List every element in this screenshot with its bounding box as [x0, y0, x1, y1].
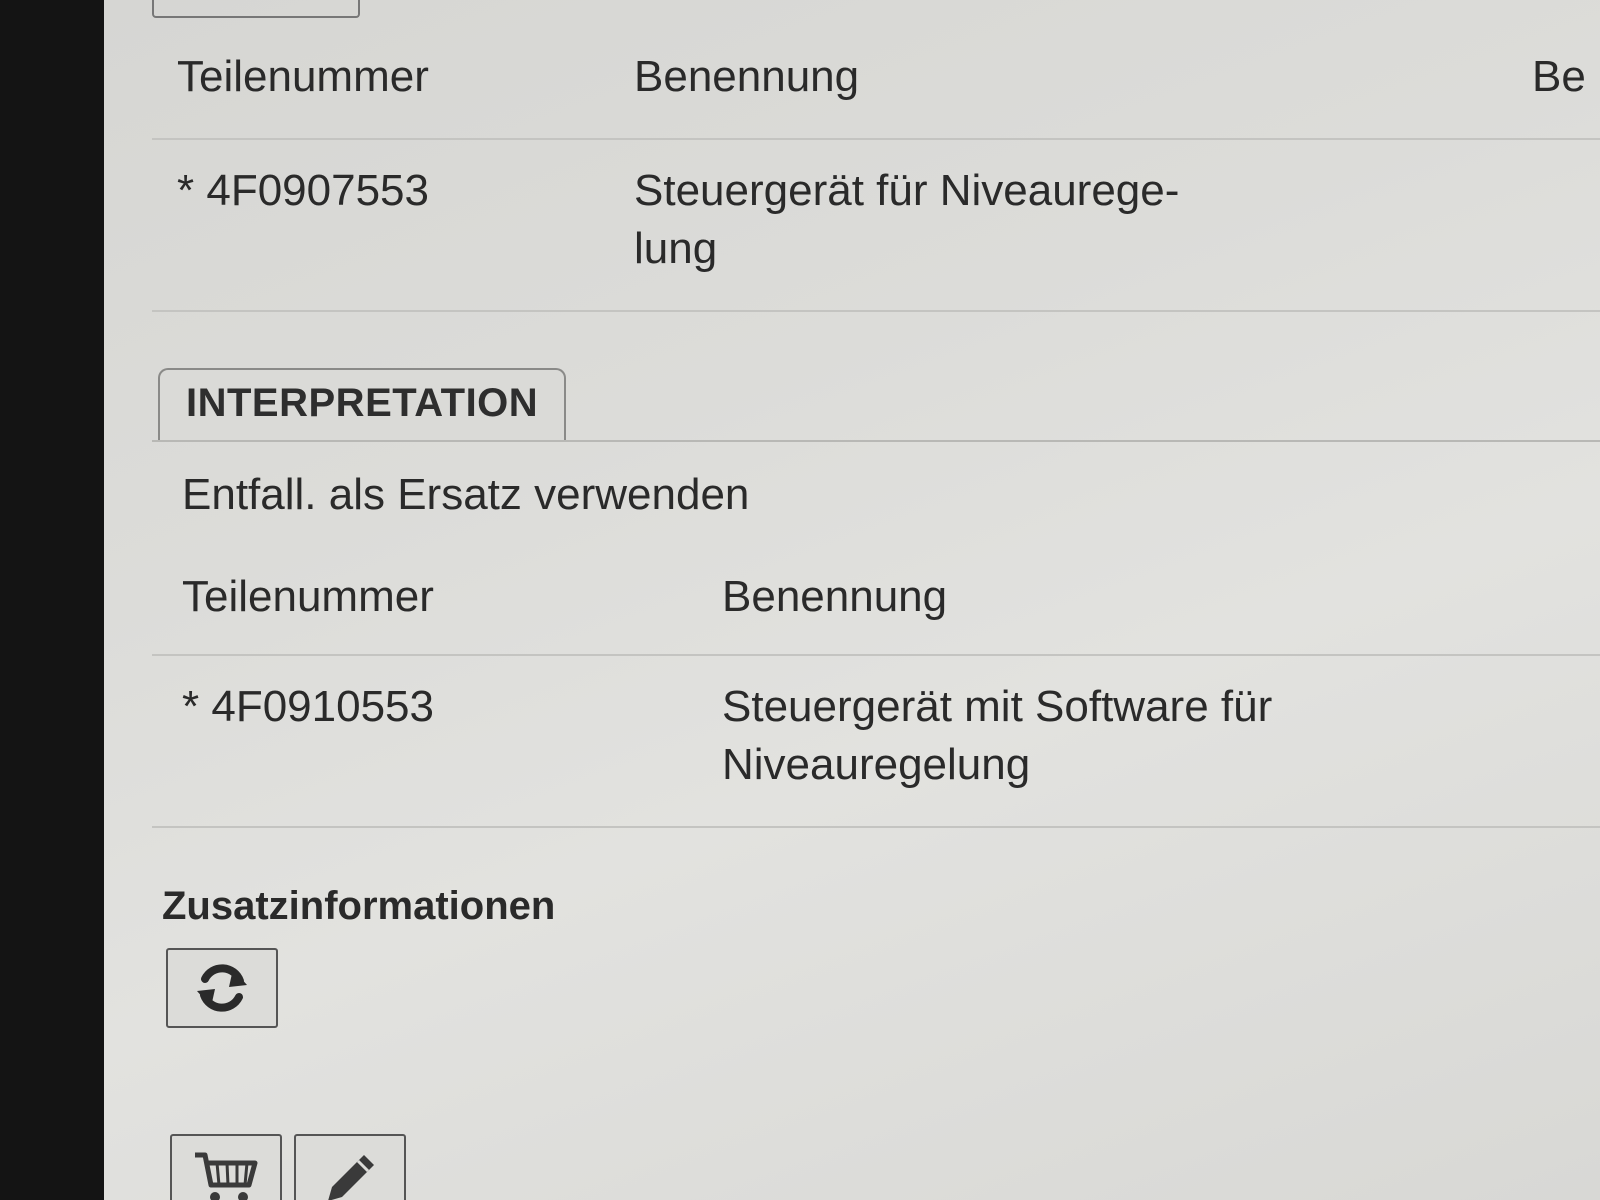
part-name-cell: Steuergerät für Niveaurege- lung	[634, 162, 1294, 278]
part-name-line: Steuergerät mit Software für	[722, 682, 1273, 731]
interpretation-subtitle: Entfall. als Ersatz verwenden	[182, 470, 750, 519]
tab-interpretation[interactable]: INTERPRETATION	[158, 368, 567, 442]
replacement-parts-table: Teilenummer Benennung * 4F0910553 Steuer…	[152, 546, 1600, 828]
column-header-name[interactable]: Benennung	[634, 48, 859, 106]
section-heading-additional-info: Zusatzinformationen	[162, 884, 556, 928]
parts-table: Teilenummer Benennung Be * 4F0907553 Ste…	[152, 30, 1600, 312]
column-header-part-number[interactable]: Teilenummer	[177, 48, 429, 106]
table-header-row: Teilenummer Benennung Be	[152, 30, 1600, 140]
top-tab-edge[interactable]	[152, 0, 360, 18]
column-header-truncated[interactable]: Be	[1532, 48, 1586, 106]
part-name-line: Niveauregelung	[722, 740, 1031, 789]
part-number-cell: * 4F0907553	[177, 166, 429, 215]
cart-icon	[195, 1152, 258, 1200]
pencil-icon	[328, 1155, 374, 1200]
part-name-line: Steuergerät für Niveaurege-	[634, 166, 1180, 215]
table-row[interactable]: * 4F0907553 Steuergerät für Niveaurege- …	[152, 140, 1600, 312]
part-name-line: lung	[634, 224, 718, 273]
column-header-part-number[interactable]: Teilenummer	[182, 568, 434, 626]
column-header-name[interactable]: Benennung	[722, 568, 1382, 626]
screen: Teilenummer Benennung Be * 4F0907553 Ste…	[104, 0, 1600, 1200]
table-header-row: Teilenummer Benennung	[152, 546, 1600, 656]
add-to-cart-button[interactable]	[170, 1134, 282, 1200]
edit-button[interactable]	[294, 1134, 406, 1200]
part-name-cell: Steuergerät mit Software für Niveauregel…	[722, 678, 1382, 794]
tab-divider	[152, 440, 1600, 442]
part-number-cell: * 4F0910553	[182, 682, 434, 731]
refresh-button[interactable]	[166, 948, 278, 1028]
table-row[interactable]: * 4F0910553 Steuergerät mit Software für…	[152, 656, 1600, 828]
refresh-icon	[197, 964, 247, 1012]
